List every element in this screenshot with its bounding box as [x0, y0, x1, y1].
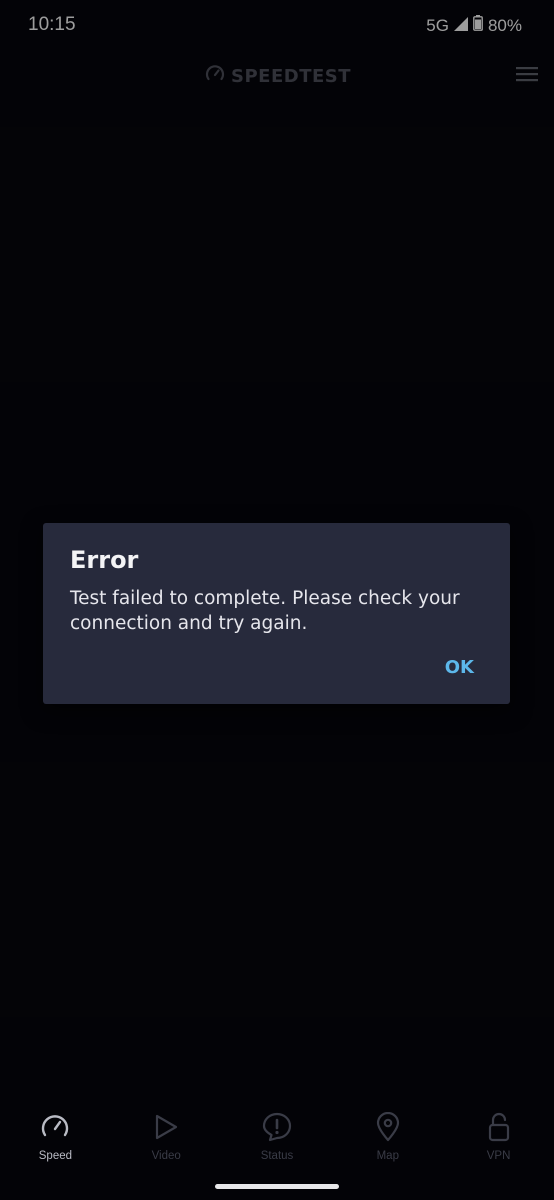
speedometer-icon [40, 1110, 70, 1144]
screen: 10:15 5G 80% SPEEDTEST Error Test failed… [0, 0, 554, 1200]
bottom-nav: Speed Video Status Map VPN [0, 1110, 554, 1170]
home-indicator[interactable] [215, 1184, 339, 1189]
nav-label-status: Status [260, 1150, 294, 1162]
nav-item-status[interactable]: Status [222, 1110, 333, 1170]
nav-item-vpn[interactable]: VPN [443, 1110, 554, 1170]
dialog-message: Test failed to complete. Please check yo… [70, 588, 460, 634]
error-dialog: Error Test failed to complete. Please ch… [43, 523, 510, 704]
nav-label-map: Map [376, 1150, 399, 1162]
ok-button[interactable]: OK [445, 657, 474, 678]
alert-icon [262, 1110, 292, 1144]
nav-item-map[interactable]: Map [332, 1110, 443, 1170]
nav-label-speed: Speed [38, 1150, 73, 1162]
nav-item-speed[interactable]: Speed [0, 1110, 111, 1170]
nav-label-video: Video [151, 1150, 181, 1162]
nav-label-vpn: VPN [486, 1150, 511, 1162]
dialog-title: Error [70, 546, 139, 574]
nav-item-video[interactable]: Video [111, 1110, 222, 1170]
map-pin-icon [375, 1110, 401, 1144]
unlock-icon [487, 1110, 511, 1144]
play-icon [152, 1110, 180, 1144]
